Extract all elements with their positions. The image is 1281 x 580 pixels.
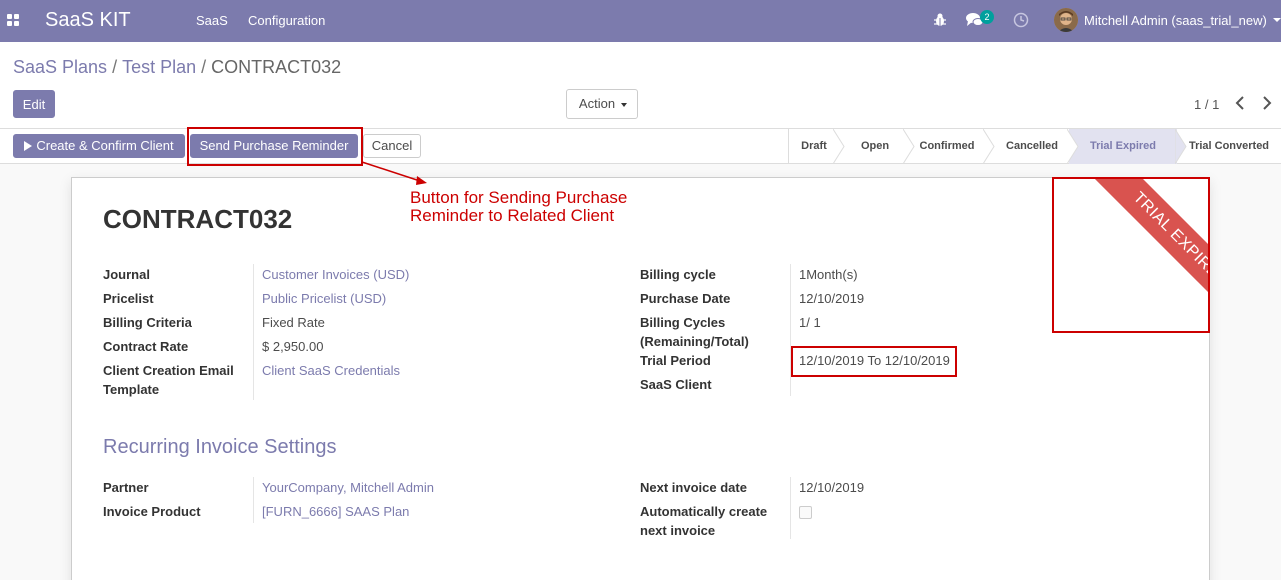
breadcrumb: SaaS Plans / Test Plan / CONTRACT032 bbox=[13, 57, 341, 78]
breadcrumb-separator: / bbox=[201, 57, 207, 77]
stage-trial-expired[interactable]: Trial Expired bbox=[1069, 129, 1177, 164]
create-confirm-label: Create & Confirm Client bbox=[36, 138, 174, 153]
journal-label: Journal bbox=[103, 267, 150, 282]
stage-divider bbox=[833, 129, 845, 164]
play-icon bbox=[24, 141, 33, 151]
action-label: Action bbox=[578, 96, 616, 111]
breadcrumb-test-plan[interactable]: Test Plan bbox=[122, 57, 196, 77]
next-invoice-date-value: 12/10/2019 bbox=[799, 480, 865, 495]
pricelist-value[interactable]: Public Pricelist (USD) bbox=[262, 289, 386, 308]
breadcrumb-current: CONTRACT032 bbox=[211, 57, 342, 77]
next-invoice-date-label: Next invoice date bbox=[640, 480, 747, 495]
stage-draft[interactable]: Draft bbox=[789, 129, 839, 164]
top-navbar: SaaS KIT SaaS Configuration 2 Mitchell A… bbox=[0, 0, 1281, 42]
user-menu-name[interactable]: Mitchell Admin (saas_trial_new) bbox=[1084, 13, 1267, 28]
email-template-label: Client Creation Email Template bbox=[103, 363, 234, 397]
stage-trial-converted[interactable]: Trial Converted bbox=[1185, 129, 1273, 164]
pager-value[interactable]: 1 / 1 bbox=[1194, 97, 1219, 112]
breadcrumb-separator: / bbox=[112, 57, 118, 77]
menu-saas[interactable]: SaaS bbox=[196, 13, 228, 28]
auto-create-invoice-checkbox[interactable] bbox=[799, 506, 812, 519]
invoice-product-value[interactable]: [FURN_6666] SAAS Plan bbox=[262, 502, 409, 521]
annotation-text: Button for Sending Purchase Reminder to … bbox=[410, 188, 628, 225]
chat-count-badge: 2 bbox=[980, 10, 994, 24]
email-template-value[interactable]: Client SaaS Credentials bbox=[262, 361, 400, 380]
annotation-highlight-trial-period bbox=[791, 346, 957, 377]
app-brand[interactable]: SaaS KIT bbox=[45, 9, 131, 32]
journal-value[interactable]: Customer Invoices (USD) bbox=[262, 265, 409, 284]
auto-create-invoice-label: Automatically create next invoice bbox=[640, 504, 768, 538]
stage-cancelled[interactable]: Cancelled bbox=[997, 129, 1067, 164]
pager-next-icon[interactable] bbox=[1261, 96, 1273, 110]
billing-criteria-value: Fixed Rate bbox=[262, 315, 325, 330]
stage-confirmed[interactable]: Confirmed bbox=[913, 129, 981, 164]
billing-cycle-value: 1Month(s) bbox=[799, 267, 858, 282]
annotation-highlight-reminder-button bbox=[187, 127, 363, 166]
user-avatar[interactable] bbox=[1054, 8, 1078, 32]
edit-button[interactable]: Edit bbox=[13, 90, 55, 118]
field-divider bbox=[253, 477, 254, 523]
cancel-button[interactable]: Cancel bbox=[363, 134, 421, 158]
pager-previous-icon[interactable] bbox=[1234, 96, 1246, 110]
contract-rate-value: $ 2,950.00 bbox=[262, 339, 324, 354]
action-dropdown-button[interactable]: Action bbox=[566, 89, 638, 119]
stage-bar: Draft Open Confirmed Cancelled Trial Exp… bbox=[788, 129, 1269, 164]
field-divider bbox=[253, 264, 254, 400]
invoice-product-label: Invoice Product bbox=[103, 504, 201, 519]
purchase-date-value: 12/10/2019 bbox=[799, 291, 865, 306]
caret-down-icon bbox=[621, 103, 627, 107]
billing-cycles-value: 1/ 1 bbox=[799, 315, 821, 330]
saas-client-label: SaaS Client bbox=[640, 377, 712, 392]
breadcrumb-saas-plans[interactable]: SaaS Plans bbox=[13, 57, 107, 77]
menu-configuration[interactable]: Configuration bbox=[248, 13, 325, 28]
apps-menu-icon[interactable] bbox=[7, 14, 19, 26]
activity-clock-icon[interactable] bbox=[1013, 12, 1029, 28]
debug-bug-icon[interactable] bbox=[933, 12, 947, 28]
stage-divider bbox=[983, 129, 995, 164]
recurring-invoice-section-title: Recurring Invoice Settings bbox=[103, 436, 337, 458]
contract-rate-label: Contract Rate bbox=[103, 339, 189, 354]
pricelist-label: Pricelist bbox=[103, 291, 154, 306]
purchase-date-label: Purchase Date bbox=[640, 291, 731, 306]
user-menu-chevron-down-icon[interactable] bbox=[1273, 18, 1281, 22]
stage-open[interactable]: Open bbox=[845, 129, 905, 164]
record-title: CONTRACT032 bbox=[103, 204, 293, 234]
create-confirm-client-button[interactable]: Create & Confirm Client bbox=[13, 134, 185, 158]
billing-criteria-label: Billing Criteria bbox=[103, 315, 192, 330]
field-divider bbox=[790, 477, 791, 539]
annotation-highlight-ribbon bbox=[1052, 177, 1210, 333]
billing-cycles-label: Billing Cycles (Remaining/Total) bbox=[640, 315, 749, 349]
partner-label: Partner bbox=[103, 480, 149, 495]
trial-period-label: Trial Period bbox=[640, 353, 711, 368]
partner-value[interactable]: YourCompany, Mitchell Admin bbox=[262, 478, 434, 497]
stage-divider bbox=[1067, 129, 1079, 164]
billing-cycle-label: Billing cycle bbox=[640, 267, 716, 282]
